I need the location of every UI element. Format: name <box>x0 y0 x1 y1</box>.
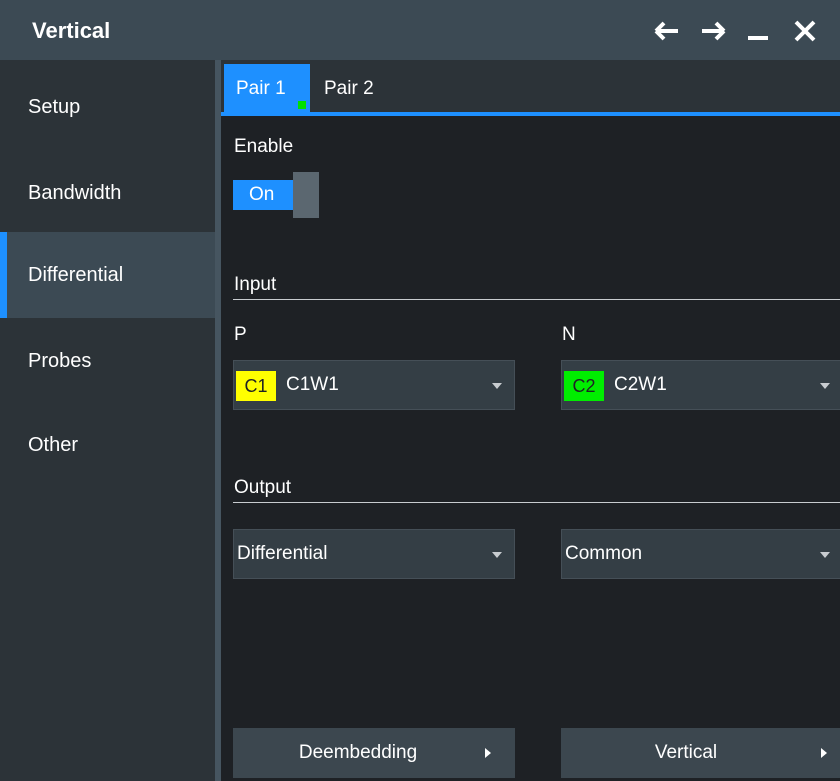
deembedding-label: Deembedding <box>298 742 418 763</box>
output-common-dropdown[interactable]: Common <box>561 529 840 579</box>
input-divider <box>233 299 840 300</box>
chevron-down-icon <box>820 552 830 558</box>
sidebar-item-label: Other <box>28 434 79 456</box>
p-source-value: C1W1 <box>286 374 339 395</box>
toggle-on-segment: On <box>233 180 293 210</box>
tab-label: Pair 2 <box>324 78 374 99</box>
input-heading: Input <box>234 274 277 295</box>
play-arrow-icon <box>821 748 827 758</box>
play-arrow-icon <box>485 748 491 758</box>
sidebar-item-label: Setup <box>28 96 81 118</box>
forward-icon[interactable] <box>696 14 730 48</box>
deembedding-button[interactable]: Deembedding <box>233 728 515 778</box>
output-differential-dropdown[interactable]: Differential <box>233 529 515 579</box>
sidebar-item-label: Bandwidth <box>28 182 122 204</box>
channel-badge-c1: C1 <box>236 371 276 401</box>
sidebar-item-differential[interactable]: Differential <box>0 232 215 318</box>
sidebar-item-label: Differential <box>28 264 124 286</box>
sidebar-item-label: Probes <box>28 350 92 372</box>
sidebar-item-bandwidth[interactable]: Bandwidth <box>0 150 215 236</box>
tab-underline <box>221 112 840 116</box>
tab-pair-1[interactable]: Pair 1 <box>224 64 310 112</box>
back-icon[interactable] <box>650 14 684 48</box>
n-source-dropdown[interactable]: C2 C2W1 <box>561 360 840 410</box>
sidebar-item-setup[interactable]: Setup <box>0 64 215 150</box>
tab-bar: Pair 1 Pair 2 <box>221 60 840 112</box>
title-bar: Vertical <box>0 0 840 60</box>
tab-label: Pair 1 <box>236 78 286 99</box>
output-differential-value: Differential <box>237 543 328 564</box>
tab-pair-2[interactable]: Pair 2 <box>312 64 396 112</box>
window-title: Vertical <box>32 18 111 43</box>
p-label: P <box>234 324 247 345</box>
vertical-button[interactable]: Vertical <box>561 728 840 778</box>
toggle-knob <box>293 172 319 218</box>
channel-badge-c2: C2 <box>564 371 604 401</box>
sidebar-item-probes[interactable]: Probes <box>0 318 215 404</box>
close-icon[interactable] <box>788 14 822 48</box>
vertical-label: Vertical <box>654 742 718 763</box>
sidebar-item-other[interactable]: Other <box>0 402 215 488</box>
active-indicator-dot <box>298 101 306 109</box>
main-panel: Pair 1 Pair 2 Enable On Input P N C1 C1W… <box>221 60 840 781</box>
chevron-down-icon <box>492 383 502 389</box>
output-common-value: Common <box>565 543 643 564</box>
enable-label: Enable <box>234 136 294 157</box>
enable-toggle[interactable]: On <box>233 172 319 218</box>
toggle-state-text: On <box>249 184 275 205</box>
output-heading: Output <box>234 477 292 498</box>
output-divider <box>233 502 840 503</box>
p-source-dropdown[interactable]: C1 C1W1 <box>233 360 515 410</box>
chevron-down-icon <box>820 383 830 389</box>
n-source-value: C2W1 <box>614 374 667 395</box>
chevron-down-icon <box>492 552 502 558</box>
minimize-icon[interactable] <box>742 14 776 48</box>
n-label: N <box>562 324 576 345</box>
sidebar: Setup Bandwidth Differential Probes Othe… <box>0 60 215 781</box>
